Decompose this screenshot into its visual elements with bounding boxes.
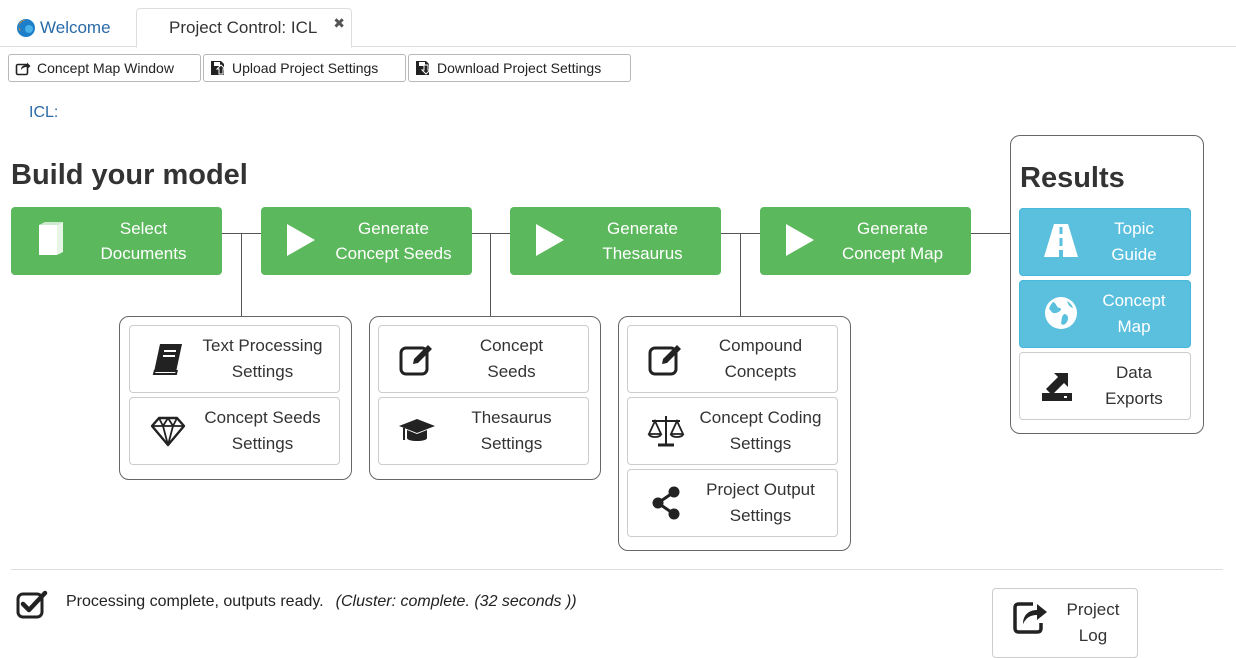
project-output-settings-button[interactable]: Project Output Settings	[627, 469, 838, 537]
concept-map-window-label: Concept Map Window	[37, 60, 174, 76]
text-processing-settings-label: Text Processing Settings	[202, 336, 323, 381]
project-output-settings-label: Project Output Settings	[706, 480, 815, 525]
compound-concepts-button[interactable]: Compound Concepts	[627, 325, 838, 393]
export-icon	[1040, 365, 1082, 405]
graduation-cap-icon	[397, 412, 437, 450]
thesaurus-settings-button[interactable]: Thesaurus Settings	[378, 397, 589, 465]
tab-project-control[interactable]: Project Control: ICL ✖	[136, 8, 352, 48]
generate-concept-seeds-button[interactable]: Generate Concept Seeds	[261, 207, 472, 275]
status-message-text: Processing complete, outputs ready.	[66, 593, 324, 610]
connector-line	[241, 233, 242, 316]
upload-project-settings-button[interactable]: Upload Project Settings	[203, 54, 406, 82]
checkbox-checked-icon	[16, 589, 48, 619]
tab-project-label: Project Control: ICL	[169, 18, 318, 37]
concept-seeds-settings-label: Concept Seeds Settings	[204, 408, 321, 453]
edit-icon	[397, 340, 437, 378]
download-project-settings-button[interactable]: Download Project Settings	[408, 54, 631, 82]
data-exports-button[interactable]: Data Exports	[1019, 352, 1191, 420]
play-icon	[532, 221, 568, 259]
upload-project-settings-label: Upload Project Settings	[232, 60, 379, 76]
share-icon	[646, 484, 686, 522]
topic-guide-label: Topic Guide	[1111, 219, 1157, 264]
tab-welcome-label: Welcome	[40, 17, 111, 37]
generate-concept-seeds-label: Generate Concept Seeds	[335, 219, 452, 263]
status-message: Processing complete, outputs ready. (Clus…	[66, 593, 577, 611]
select-documents-button[interactable]: Select Documents	[11, 207, 222, 275]
topic-guide-button[interactable]: Topic Guide	[1019, 208, 1191, 276]
share-square-icon	[1011, 599, 1049, 635]
globe-icon	[1040, 293, 1082, 333]
upload-icon	[210, 60, 226, 76]
connector-line	[472, 233, 510, 234]
project-log-button[interactable]: Project Log	[992, 588, 1138, 658]
external-share-icon	[15, 60, 31, 76]
concept-seeds-label: Concept Seeds	[479, 336, 544, 381]
cluster-status: (Cluster: complete. (32 seconds ))	[335, 593, 577, 610]
diamond-icon	[148, 412, 188, 450]
tab-welcome[interactable]: Welcome	[16, 8, 111, 47]
road-icon	[1040, 221, 1082, 261]
concept-coding-settings-label: Concept Coding Settings	[699, 408, 822, 453]
document-icon	[33, 221, 69, 259]
data-exports-label: Data Exports	[1105, 363, 1163, 408]
download-project-settings-label: Download Project Settings	[437, 60, 602, 76]
generate-concept-map-button[interactable]: Generate Concept Map	[760, 207, 971, 275]
concept-map-window-button[interactable]: Concept Map Window	[8, 54, 201, 82]
play-icon	[782, 221, 818, 259]
book-icon	[148, 340, 188, 378]
play-icon	[283, 221, 319, 259]
connector-line	[971, 233, 1011, 234]
text-processing-settings-button[interactable]: Text Processing Settings	[129, 325, 340, 393]
compound-concepts-label: Compound Concepts	[718, 336, 803, 381]
select-documents-label: Select Documents	[100, 219, 187, 263]
generate-thesaurus-button[interactable]: Generate Thesaurus	[510, 207, 721, 275]
divider	[11, 569, 1223, 570]
tab-bar: Welcome Project Control: ICL ✖	[0, 0, 1236, 48]
results-heading: Results	[1020, 162, 1125, 194]
generate-thesaurus-label: Generate Thesaurus	[602, 219, 683, 263]
generate-concept-map-label: Generate Concept Map	[841, 219, 944, 263]
balance-scale-icon	[646, 412, 686, 450]
app-logo-icon	[17, 18, 35, 37]
edit-icon	[646, 340, 686, 378]
close-icon[interactable]: ✖	[333, 15, 345, 32]
concept-seeds-settings-button[interactable]: Concept Seeds Settings	[129, 397, 340, 465]
connector-line	[740, 233, 741, 316]
project-log-label: Project Log	[1066, 600, 1120, 645]
thesaurus-settings-label: Thesaurus Settings	[471, 408, 552, 453]
concept-map-label: Concept Map	[1102, 291, 1166, 336]
build-heading: Build your model	[11, 159, 248, 191]
project-name[interactable]: ICL:	[29, 104, 58, 122]
concept-coding-settings-button[interactable]: Concept Coding Settings	[627, 397, 838, 465]
concept-seeds-button[interactable]: Concept Seeds	[378, 325, 589, 393]
download-icon	[415, 60, 431, 76]
concept-map-button[interactable]: Concept Map	[1019, 280, 1191, 348]
connector-line	[490, 233, 491, 316]
